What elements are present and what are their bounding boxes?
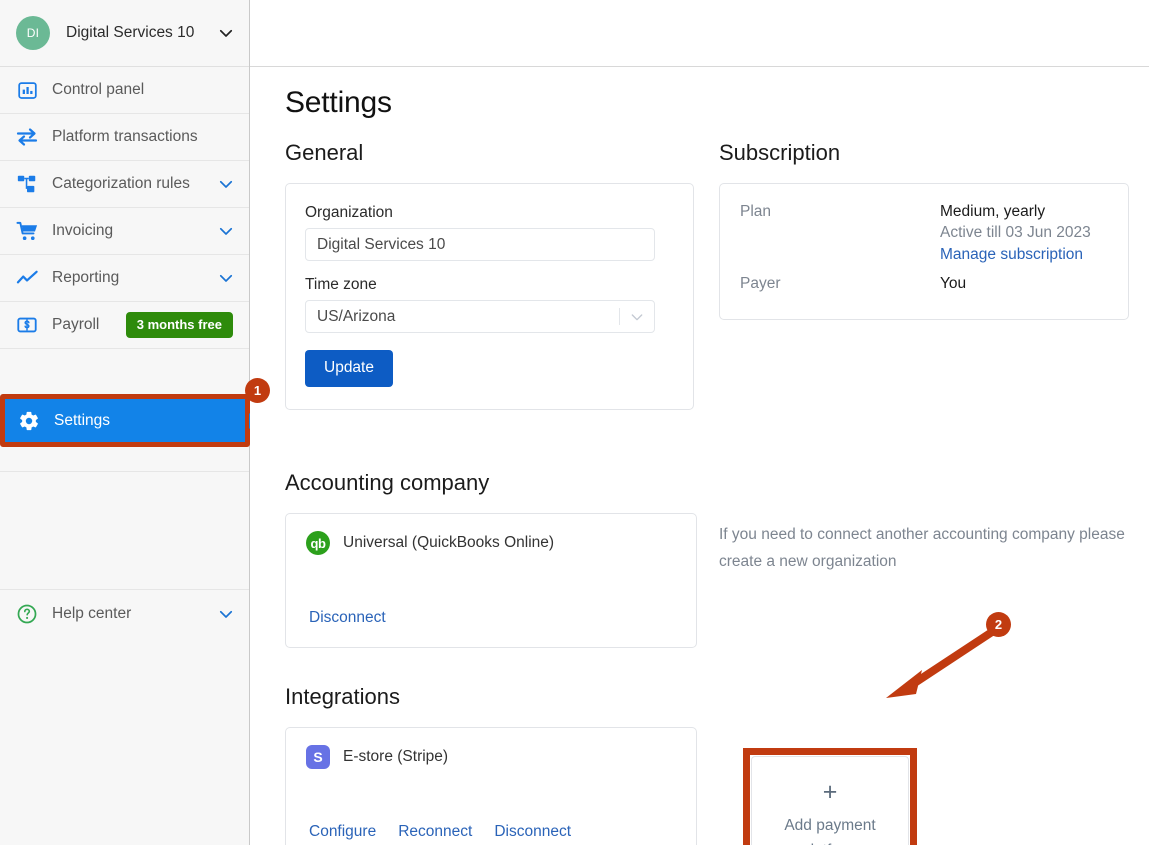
chevron-down-icon[interactable] xyxy=(217,24,235,42)
chevron-down-icon[interactable] xyxy=(629,309,645,325)
sidebar-item-label: Help center xyxy=(52,604,132,622)
organization-input[interactable] xyxy=(305,228,655,261)
main-content: Settings General Organization Time zone … xyxy=(250,67,1149,845)
accounting-company-header: qb Universal (QuickBooks Online) xyxy=(306,531,676,555)
sidebar-item-settings[interactable]: Settings xyxy=(4,398,246,443)
subscription-card: Plan Medium, yearly Active till 03 Jun 2… xyxy=(719,183,1129,320)
top-bar xyxy=(250,0,1149,67)
reconnect-link[interactable]: Reconnect xyxy=(398,823,472,841)
add-payment-platform-label: Add payment platform xyxy=(775,814,885,845)
app-root: DI Digital Services 10 Control panel Pla… xyxy=(0,0,1149,845)
gear-icon xyxy=(16,408,42,434)
add-payment-platform-wrapper: + Add payment platform xyxy=(743,748,917,845)
integrations-left: Integrations S E-store (Stripe) Configur… xyxy=(285,684,697,845)
add-payment-platform-button[interactable]: + Add payment platform xyxy=(751,756,909,845)
accounting-heading: Accounting company xyxy=(285,470,490,495)
annotation-step-1: 1 xyxy=(245,378,270,403)
quickbooks-icon: qb xyxy=(306,531,330,555)
sidebar-item-label: Reporting xyxy=(52,269,120,286)
manage-subscription-link[interactable]: Manage subscription xyxy=(940,246,1083,263)
chevron-down-icon[interactable] xyxy=(217,175,235,193)
payroll-promo-badge: 3 months free xyxy=(125,312,233,338)
timezone-select-wrapper[interactable] xyxy=(305,300,655,333)
plan-label: Plan xyxy=(740,203,772,220)
payer-row: Payer You xyxy=(740,275,1108,293)
sidebar-item-categorization-rules[interactable]: Categorization rules xyxy=(0,161,249,208)
sidebar-item-label: Settings xyxy=(54,411,111,429)
payer-label: Payer xyxy=(740,275,781,292)
line-chart-icon xyxy=(14,265,40,291)
integration-header: S E-store (Stripe) xyxy=(306,745,676,769)
integrations-heading: Integrations xyxy=(285,684,400,709)
stripe-icon: S xyxy=(306,745,330,769)
select-divider xyxy=(619,308,620,325)
accounting-company-card: qb Universal (QuickBooks Online) Disconn… xyxy=(285,513,697,648)
accounting-note-wrapper: If you need to connect another accountin… xyxy=(719,522,1131,575)
transactions-arrows-icon xyxy=(14,124,40,150)
sidebar-item-invoicing[interactable]: Invoicing xyxy=(0,208,249,255)
plus-icon: + xyxy=(822,778,838,807)
sidebar-item-label: Payroll xyxy=(52,316,100,333)
accounting-note: If you need to connect another accountin… xyxy=(719,526,1125,570)
accounting-left: Accounting company qb Universal (QuickBo… xyxy=(285,470,697,648)
question-circle-icon xyxy=(14,601,40,627)
integrations-section: Integrations S E-store (Stripe) Configur… xyxy=(285,684,1149,845)
top-sections: General Organization Time zone Update Su… xyxy=(285,140,1149,470)
integration-disconnect-link[interactable]: Disconnect xyxy=(494,823,571,841)
accounting-section: Accounting company qb Universal (QuickBo… xyxy=(285,470,1149,684)
update-button[interactable]: Update xyxy=(305,350,393,387)
subscription-heading: Subscription xyxy=(719,140,841,165)
sidebar-item-control-panel[interactable]: Control panel xyxy=(0,67,249,114)
sidebar-item-label: Categorization rules xyxy=(52,175,190,192)
general-heading: General xyxy=(285,140,364,165)
sidebar-item-settings-wrapper: Settings xyxy=(0,394,250,447)
add-label-line1: Add payment xyxy=(784,817,876,835)
integration-name: E-store (Stripe) xyxy=(343,748,449,765)
general-section: General Organization Time zone Update xyxy=(285,140,695,410)
accounting-company-links: Disconnect xyxy=(309,609,386,627)
timezone-select[interactable] xyxy=(305,300,655,333)
sidebar-item-help-center[interactable]: Help center xyxy=(0,590,249,637)
org-switcher[interactable]: DI Digital Services 10 xyxy=(0,0,249,67)
plan-value: Medium, yearly xyxy=(940,203,1046,220)
sidebar-item-platform-transactions[interactable]: Platform transactions xyxy=(0,114,249,161)
control-panel-icon xyxy=(14,77,40,103)
dollar-card-icon xyxy=(14,312,40,338)
page-title: Settings xyxy=(285,86,392,119)
integration-links: Configure Reconnect Disconnect xyxy=(309,823,571,841)
sidebar: DI Digital Services 10 Control panel Pla… xyxy=(0,0,258,845)
avatar: DI xyxy=(16,16,50,50)
sidebar-item-payroll[interactable]: Payroll 3 months free xyxy=(0,302,249,349)
sidebar-item-label: Invoicing xyxy=(52,222,114,239)
organization-label: Organization xyxy=(305,204,393,221)
sidebar-item-label: Control panel xyxy=(52,81,145,98)
accounting-company-name: Universal (QuickBooks Online) xyxy=(343,534,555,551)
timezone-label: Time zone xyxy=(305,276,377,293)
configure-link[interactable]: Configure xyxy=(309,823,376,841)
chevron-down-icon[interactable] xyxy=(217,269,235,287)
sitemap-icon xyxy=(14,171,40,197)
add-label-line2: platform xyxy=(802,842,858,845)
plan-active-till: Active till 03 Jun 2023 xyxy=(940,224,1091,241)
shopping-cart-icon xyxy=(14,218,40,244)
org-name: Digital Services 10 xyxy=(66,24,195,41)
sidebar-item-label: Platform transactions xyxy=(52,128,198,145)
sidebar-empty-region xyxy=(0,472,249,590)
payer-value: You xyxy=(940,275,967,292)
plan-row: Plan Medium, yearly Active till 03 Jun 2… xyxy=(740,203,1108,264)
chevron-down-icon[interactable] xyxy=(217,605,235,623)
sidebar-item-reporting[interactable]: Reporting xyxy=(0,255,249,302)
accounting-disconnect-link[interactable]: Disconnect xyxy=(309,609,386,627)
annotation-step-2: 2 xyxy=(986,612,1011,637)
subscription-section: Subscription Plan Medium, yearly Active … xyxy=(719,140,1131,320)
general-card: Organization Time zone Update xyxy=(285,183,694,410)
plan-details: Medium, yearly Active till 03 Jun 2023 M… xyxy=(940,203,1091,264)
integration-card-stripe: S E-store (Stripe) Configure Reconnect D… xyxy=(285,727,697,845)
chevron-down-icon[interactable] xyxy=(217,222,235,240)
